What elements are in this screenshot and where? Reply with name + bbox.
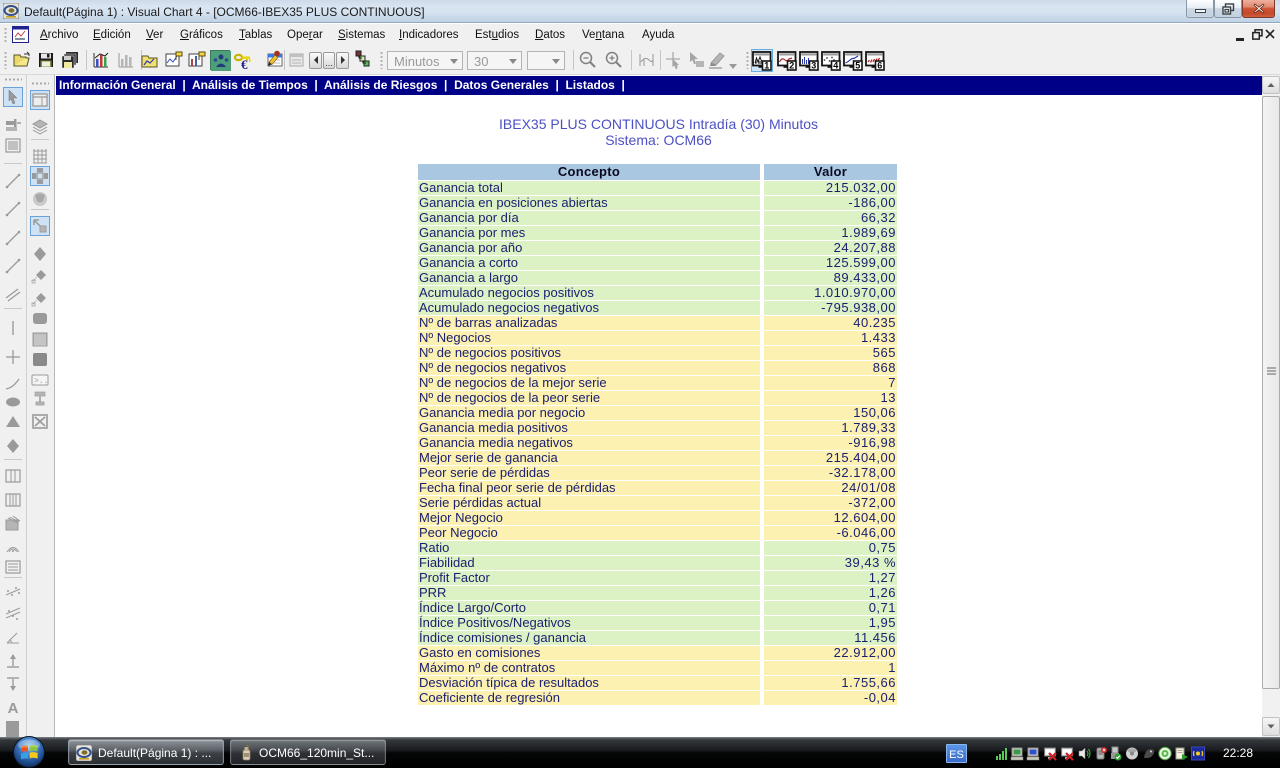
svg-text:5: 5 xyxy=(855,60,860,70)
svg-text:4: 4 xyxy=(833,60,838,70)
svg-text:1: 1 xyxy=(764,60,769,70)
svg-text:6: 6 xyxy=(877,60,882,70)
svg-text:>...: >... xyxy=(34,377,49,386)
svg-text:2: 2 xyxy=(789,60,794,70)
svg-text:3: 3 xyxy=(811,60,816,70)
svg-text:€: € xyxy=(241,57,248,70)
svg-text:A: A xyxy=(8,700,19,716)
